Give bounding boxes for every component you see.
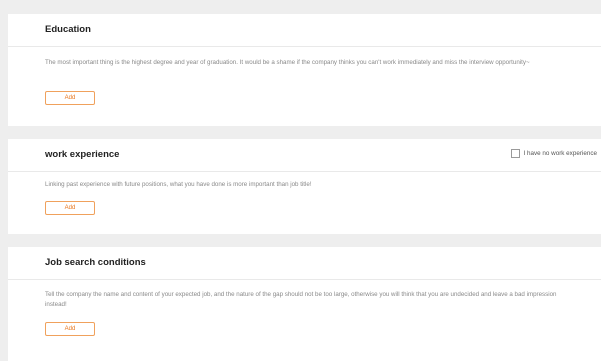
work-experience-header: work experience I have no work experienc… [8, 139, 601, 172]
education-title: Education [45, 24, 91, 35]
job-search-section: Job search conditions Tell the company t… [8, 247, 601, 361]
work-experience-title: work experience [45, 149, 120, 160]
education-section: Education The most important thing is th… [8, 14, 601, 126]
work-experience-description: Linking past experience with future posi… [45, 181, 312, 188]
no-work-experience-checkbox[interactable] [511, 148, 521, 158]
no-work-experience-label: I have no work experience [523, 149, 597, 157]
work-experience-section: work experience I have no work experienc… [8, 139, 601, 234]
education-description: The most important thing is the highest … [45, 59, 530, 66]
resume-form: Education The most important thing is th… [8, 0, 601, 361]
job-search-description: Tell the company the name and content of… [45, 291, 557, 308]
job-search-header: Job search conditions [8, 247, 601, 280]
no-work-experience-option[interactable]: I have no work experience [511, 148, 601, 158]
education-header: Education [8, 14, 601, 47]
education-add-button[interactable]: Add [45, 91, 95, 105]
work-experience-add-button[interactable]: Add [45, 201, 95, 215]
job-search-add-button[interactable]: Add [45, 322, 95, 336]
job-search-title: Job search conditions [45, 257, 146, 268]
